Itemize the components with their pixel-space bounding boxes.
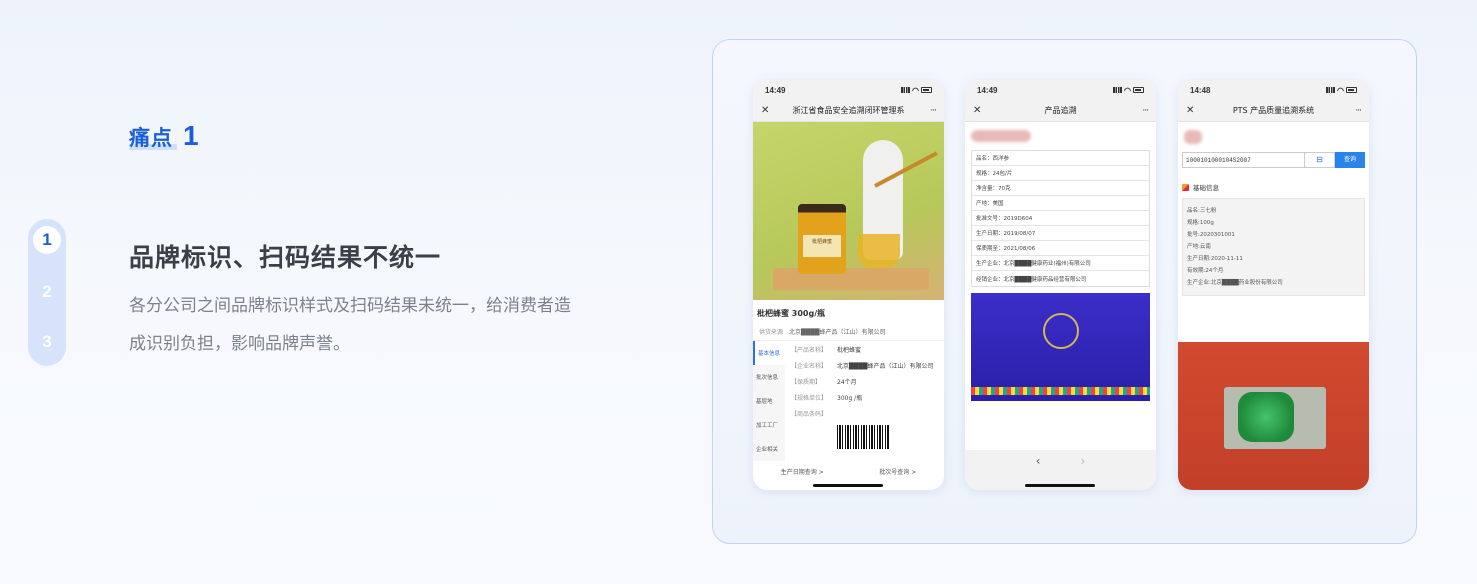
table-row: 保质期至：2021/08/06 xyxy=(972,241,1149,256)
info-line: 规格:100g xyxy=(1187,220,1214,226)
basic-info-title: 基础信息 xyxy=(1193,184,1219,192)
status-bar: 14:49 ◠ xyxy=(753,80,944,100)
info-line: 品名:三七粉 xyxy=(1187,208,1217,214)
close-icon[interactable]: ✕ xyxy=(973,105,987,116)
blurred-brand-logo xyxy=(971,130,1031,142)
wifi-icon: ◠ xyxy=(912,85,919,95)
product-photo: 枇杷蜂蜜 xyxy=(753,122,944,300)
info-value: 300g /瓶 xyxy=(837,395,863,402)
scan-icon[interactable]: ⊟ xyxy=(1305,152,1335,168)
info-value: 北京████蜂产品（江山）有限公司 xyxy=(837,363,934,370)
back-arrow-icon[interactable]: ‹ xyxy=(1036,454,1041,468)
query-button[interactable]: 查询 xyxy=(1335,152,1365,168)
tab-factory[interactable]: 加工工厂 xyxy=(753,413,785,437)
forward-arrow-icon[interactable]: › xyxy=(1081,454,1086,468)
info-line: 产地:云南 xyxy=(1187,244,1211,250)
product-box-photo xyxy=(971,293,1150,401)
jar-label: 枇杷蜂蜜 xyxy=(803,235,841,257)
table-row: 生产企业：北京████健康药业(福州)有限公司 xyxy=(972,256,1149,271)
step-1[interactable]: 1 xyxy=(33,226,61,254)
table-row: 品名：西洋参 xyxy=(972,151,1149,166)
supply-value: 北京████蜂产品（江山）有限公司 xyxy=(789,329,886,336)
info-line: 生产企业:北京████药业股份有限公司 xyxy=(1187,280,1283,286)
battery-icon xyxy=(1133,87,1144,93)
signal-icon xyxy=(1113,87,1123,93)
tab-company[interactable]: 企业相关 xyxy=(753,437,785,461)
supply-row[interactable]: 供货来源 北京████蜂产品（江山）有限公司 xyxy=(753,323,944,341)
table-row: 产地：美国 xyxy=(972,196,1149,211)
step-3[interactable]: 3 xyxy=(33,328,61,356)
nav-bar: ✕ 浙江省食品安全追溯闭环管理系 ··· xyxy=(753,100,944,122)
info-key: 【企业名称】 xyxy=(791,363,828,370)
phone-screenshot-1: 14:49 ◠ ✕ 浙江省食品安全追溯闭环管理系 ··· 枇杷蜂蜜 枇杷蜂蜜 3… xyxy=(753,80,944,490)
info-line: 有效期:24个月 xyxy=(1187,268,1224,274)
table-row: 批准文号：2019D604 xyxy=(972,211,1149,226)
status-time: 14:49 xyxy=(977,85,998,95)
nav-bar: ✕ 产品追溯 ··· xyxy=(965,100,1156,122)
table-row: 净含量：70克 xyxy=(972,181,1149,196)
pain-point-label: 痛点 xyxy=(129,122,177,152)
pain-point-heading: 痛点 1 xyxy=(129,120,199,152)
more-icon[interactable]: ··· xyxy=(1134,106,1149,116)
trace-code-input[interactable]: 1000101000104S2007 xyxy=(1182,152,1305,168)
table-row: 生产日期：2019/08/07 xyxy=(972,226,1149,241)
production-date-link[interactable]: 生产日期查询 > xyxy=(781,467,824,476)
batch-query-link[interactable]: 批次号查询 > xyxy=(879,467,916,476)
close-icon[interactable]: ✕ xyxy=(761,105,775,116)
info-value: 枇杷蜂蜜 xyxy=(837,347,862,354)
pain-point-number: 1 xyxy=(183,120,199,151)
info-line: 生产日期:2020-11-11 xyxy=(1187,256,1243,262)
section-title: 品牌标识、扫码结果不统一 xyxy=(129,243,442,272)
battery-icon xyxy=(921,87,932,93)
tab-base[interactable]: 基层地 xyxy=(753,389,785,413)
table-row: 经销企业：北京████健康药品经营有限公司 xyxy=(976,276,1087,283)
status-bar: 14:49 ◠ xyxy=(965,80,1156,100)
product-table: 品名：西洋参 规格：24包/片 净含量：70克 产地：美国 批准文号：2019D… xyxy=(971,150,1150,287)
info-value: 24个月 xyxy=(837,379,857,386)
info-key: 【商品条码】 xyxy=(791,411,828,418)
step-2[interactable]: 2 xyxy=(33,278,61,306)
info-list: 【产品名称】 枇杷蜂蜜 【企业名称】 北京████蜂产品（江山）有限公司 【保质期】… xyxy=(785,341,944,461)
section-icon xyxy=(1182,183,1189,191)
wifi-icon: ◠ xyxy=(1337,85,1344,95)
tab-basic-info[interactable]: 基本信息 xyxy=(753,341,785,365)
product-name: 枇杷蜂蜜 300g/瓶 xyxy=(757,309,826,318)
more-icon[interactable]: ··· xyxy=(1347,106,1362,116)
wifi-icon: ◠ xyxy=(1124,85,1131,95)
basic-info-heading: 基础信息 xyxy=(1182,182,1365,192)
tab-batch-info[interactable]: 批次信息 xyxy=(753,365,785,389)
step-indicator: 1 2 3 xyxy=(28,219,66,366)
blurred-brand-logo xyxy=(1184,130,1202,144)
nav-bar: ✕ PTS 产品质量追溯系统 ··· xyxy=(1178,100,1369,122)
product-photo xyxy=(1178,342,1369,490)
table-row: 规格：24包/片 xyxy=(972,166,1149,181)
status-time: 14:49 xyxy=(765,85,786,95)
battery-icon xyxy=(1346,87,1357,93)
phone-screenshot-2: 14:49 ◠ ✕ 产品追溯 ··· 品名：西洋参 规格：24包/片 净含量：7… xyxy=(965,80,1156,490)
code-search-row: 1000101000104S2007 ⊟ 查询 xyxy=(1182,152,1365,168)
supply-label: 供货来源 xyxy=(759,329,784,336)
nav-title: 产品追溯 xyxy=(1044,106,1077,115)
signal-icon xyxy=(1326,87,1336,93)
info-key: 【产品名称】 xyxy=(791,347,828,354)
info-key: 【规格单位】 xyxy=(791,395,828,402)
status-time: 14:48 xyxy=(1190,85,1211,95)
barcode-image xyxy=(837,425,889,449)
nav-title: 浙江省食品安全追溯闭环管理系 xyxy=(792,106,905,115)
info-line: 批号:2020301001 xyxy=(1187,232,1235,238)
nav-title: PTS 产品质量追溯系统 xyxy=(1232,106,1315,115)
basic-info-panel: 品名:三七粉 规格:100g 批号:2020301001 产地:云南 生产日期:… xyxy=(1182,198,1365,296)
home-indicator xyxy=(1025,484,1095,487)
section-description: 各分公司之间品牌标识样式及扫码结果未统一，给消费者造成识别负担，影响品牌声誉。 xyxy=(129,296,571,354)
side-tabs: 基本信息 批次信息 基层地 加工工厂 企业相关 xyxy=(753,341,785,461)
signal-icon xyxy=(901,87,911,93)
status-bar: 14:48 ◠ xyxy=(1178,80,1369,100)
home-indicator xyxy=(813,484,883,487)
phone-screenshot-3: 14:48 ◠ ✕ PTS 产品质量追溯系统 ··· 1000101000104… xyxy=(1178,80,1369,490)
close-icon[interactable]: ✕ xyxy=(1186,105,1200,116)
info-key: 【保质期】 xyxy=(791,379,822,386)
more-icon[interactable]: ··· xyxy=(922,106,937,116)
